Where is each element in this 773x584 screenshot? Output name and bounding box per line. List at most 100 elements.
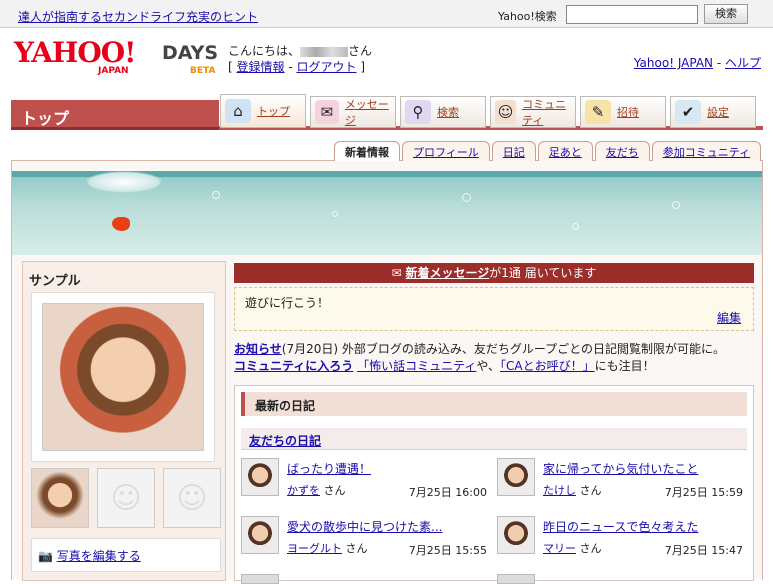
blurred-username (300, 46, 349, 57)
profile-name: サンプル (29, 274, 81, 289)
notice-link[interactable]: お知らせ (234, 342, 282, 356)
nav-message-label: メッセージ (344, 98, 389, 127)
hint-link[interactable]: 達人が指南するセカンドライフ充実のヒント (18, 8, 258, 25)
author-link[interactable]: マリー (543, 542, 576, 555)
nav-search[interactable]: ⚲ 検索 (400, 96, 486, 128)
avatar[interactable] (497, 516, 535, 554)
japan-logo-text: JAPAN (98, 66, 129, 76)
diary-title-link[interactable]: 家に帰ってから気付いたこと (543, 460, 698, 477)
tab-friends[interactable]: 友だち (594, 141, 650, 161)
avatar[interactable] (497, 458, 535, 496)
page-title: トップ (11, 100, 219, 130)
author-link[interactable]: ヨーグルト (287, 542, 342, 555)
diary-date: 7月25日 15:59 (664, 486, 743, 499)
avatar[interactable] (241, 458, 279, 496)
nav-invite-label: 招待 (617, 106, 639, 119)
water-splash (84, 171, 164, 193)
tab-diary[interactable]: 日記 (491, 141, 536, 161)
new-message-text: が1通 届いています (489, 266, 597, 280)
diary-title-link[interactable]: ばったり遭遇！ (287, 460, 371, 477)
notice-mid: や、 (476, 359, 501, 373)
main-content: サンプル ☺ ☺ 📷 写真を編集する ✉ 新着メッセージが1通 届いています 遊… (11, 160, 763, 584)
search-input[interactable] (566, 5, 698, 24)
author-suffix: さん (323, 484, 346, 497)
profile-photo[interactable] (31, 292, 215, 462)
yahoo-japan-link[interactable]: Yahoo! JAPAN (634, 56, 713, 70)
avatar[interactable] (241, 516, 279, 554)
goldfish-image (112, 217, 130, 231)
register-info-link[interactable]: 登録情報 (237, 60, 285, 74)
profile-subtabs: 新着情報 プロフィール 日記 足あと 友だち 参加コミュニティ (334, 141, 763, 161)
nav-top[interactable]: ⌂ トップ (220, 94, 306, 128)
friends-diary-header: 友だちの日記 (241, 428, 747, 450)
message-body: 遊びに行こう！ (245, 296, 330, 310)
latest-diary-panel: 最新の日記 友だちの日記 ばったり遭遇！ かずを さん 7月25日 16:00 … (234, 385, 754, 584)
author-link[interactable]: たけし (543, 484, 576, 497)
envelope-small-icon: ✉ (391, 266, 402, 280)
edit-photos-link[interactable]: 写真を編集する (57, 549, 141, 563)
author-link[interactable]: かずを (287, 484, 320, 497)
greeting: こんにちは、 さん [ 登録情報 - ログアウト ] (228, 44, 373, 74)
nav-settings[interactable]: ✔ 設定 (670, 96, 756, 128)
notice-date: (7月20日) (281, 342, 339, 356)
top-links: Yahoo! JAPAN - ヘルプ (634, 54, 761, 71)
message-edit-link[interactable]: 編集 (717, 309, 741, 326)
diary-title-link[interactable]: 昨日のニュースで色々考えた (543, 518, 698, 535)
diary-entry: 愛犬の散歩中に見つけた素... ヨーグルト さん 7月25日 15:55 (241, 516, 491, 564)
top-strip: 達人が指南するセカンドライフ充実のヒント Yahoo!検索 検索 (0, 0, 773, 28)
nav-community[interactable]: ☺ コミュニティ (490, 96, 576, 128)
friends-diary-link[interactable]: 友だちの日記 (249, 434, 321, 448)
link-separator: - (713, 56, 725, 70)
ca-community-link[interactable]: 「CAとお呼び！」 (500, 359, 595, 373)
diary-entry: ばったり遭遇！ かずを さん 7月25日 16:00 (241, 458, 491, 506)
camera-icon: 📷 (38, 549, 53, 563)
avatar[interactable] (241, 574, 279, 584)
logout-link[interactable]: ログアウト (296, 60, 356, 74)
notice-text: 外部ブログの読み込み、友だちグループごとの日記閲覧制限が可能に。 (341, 342, 726, 356)
avatar[interactable] (497, 574, 535, 584)
envelope-icon: ✉ (315, 100, 339, 124)
profile-photo-image (42, 303, 204, 451)
empty-photo-placeholder-icon: ☺ (97, 468, 155, 528)
yahoo-days-logo[interactable]: YAHOO! JAPAN DAYS BETA (14, 36, 218, 80)
notice-area: お知らせ(7月20日) 外部ブログの読み込み、友だちグループごとの日記閲覧制限が… (234, 341, 754, 379)
photo-thumbnails: ☺ ☺ (31, 468, 221, 528)
bubble (462, 193, 471, 202)
search-label: Yahoo!検索 (498, 10, 557, 23)
yahoo-logo-text: YAHOO! (14, 36, 136, 69)
scary-stories-community-link[interactable]: 「怖い話コミュニティ (357, 359, 476, 373)
greeting-san: さん (348, 44, 373, 58)
empty-photo-placeholder-icon: ☺ (163, 468, 221, 528)
bubble (672, 201, 680, 209)
diary-title-link[interactable]: 愛犬の散歩中に見つけた素... (287, 518, 442, 535)
author-suffix: さん (345, 542, 368, 555)
diary-date: 7月25日 15:55 (408, 544, 487, 557)
tab-communities[interactable]: 参加コミュニティ (651, 141, 762, 161)
beta-label: BETA (190, 66, 216, 76)
nav-settings-label: 設定 (707, 106, 729, 119)
nav-invite[interactable]: ✎ 招待 (580, 96, 666, 128)
tab-footprints[interactable]: 足あと (537, 141, 593, 161)
days-logo-text: DAYS (162, 42, 219, 64)
join-community-link[interactable]: コミュニティに入ろう (234, 359, 353, 373)
people-icon: ☺ (495, 100, 517, 124)
edit-photos-box: 📷 写真を編集する (31, 538, 221, 572)
diary-entry: 昨日のニュースで色々考えた マリー さん 7月25日 15:47 (497, 516, 747, 564)
tab-news[interactable]: 新着情報 (334, 141, 400, 161)
photo-thumbnail[interactable] (31, 468, 89, 528)
diary-date: 7月25日 15:47 (664, 544, 743, 557)
author-suffix: さん (579, 542, 602, 555)
latest-diary-header: 最新の日記 (241, 392, 747, 416)
new-message-link[interactable]: 新着メッセージ (406, 266, 490, 280)
search-button[interactable]: 検索 (704, 4, 748, 24)
help-link[interactable]: ヘルプ (725, 56, 761, 70)
profile-panel: サンプル ☺ ☺ 📷 写真を編集する (22, 261, 226, 581)
tab-profile[interactable]: プロフィール (402, 141, 490, 161)
settings-icon: ✔ (675, 100, 701, 124)
nav-message[interactable]: ✉ メッセージ (310, 96, 396, 128)
greeting-hello: こんにちは、 (228, 44, 301, 58)
magnifier-icon: ⚲ (405, 100, 431, 124)
nav-search-label: 検索 (437, 106, 459, 119)
house-icon: ⌂ (225, 99, 251, 123)
invite-icon: ✎ (585, 100, 611, 124)
